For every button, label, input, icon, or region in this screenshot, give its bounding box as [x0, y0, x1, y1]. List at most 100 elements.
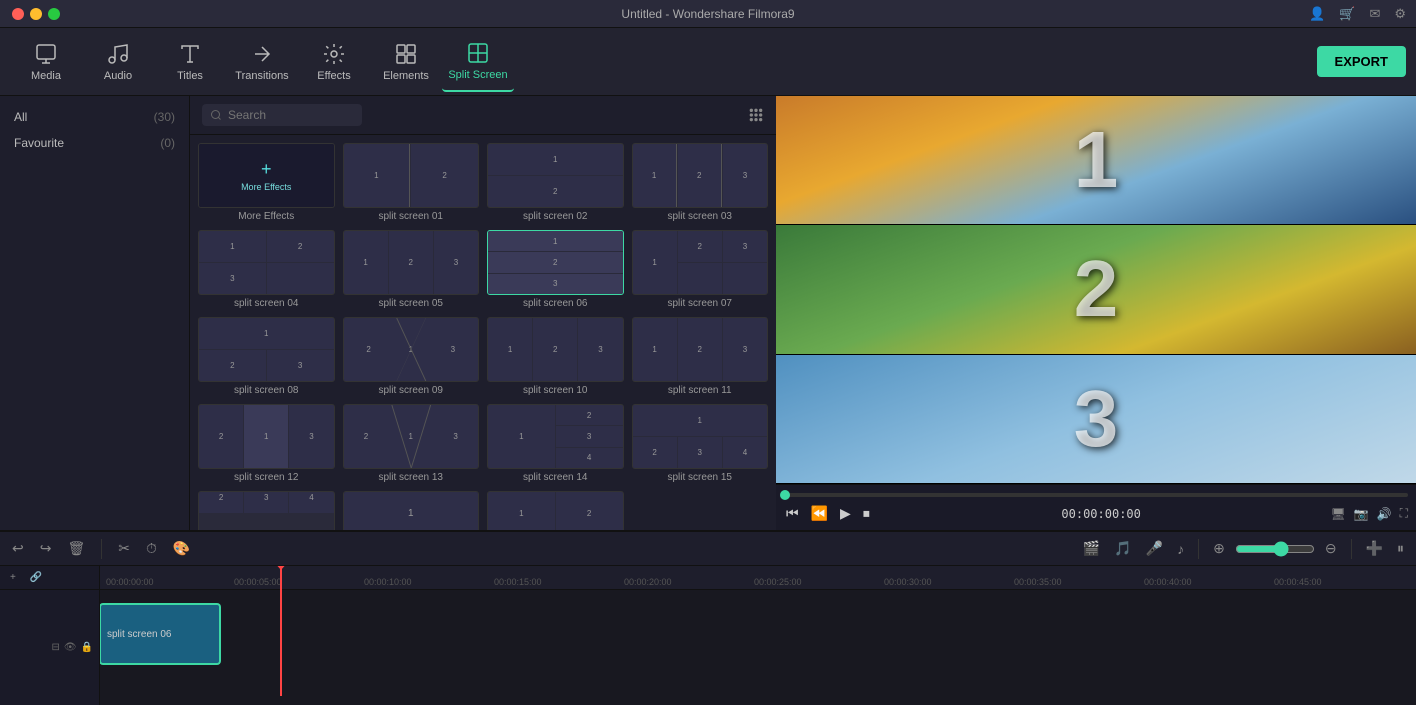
grid-item-08[interactable]: 1 2 3 split screen 08 [198, 317, 335, 396]
grid-item-03[interactable]: 1 2 3 split screen 03 [632, 143, 769, 222]
play-button[interactable]: ▶ [838, 503, 853, 524]
preview-controls: ⏮ ⏪ ▶ ⏹ 00:00:00:00 🖥 📷 🔊 ⛶ [776, 484, 1416, 530]
voiceover-button[interactable]: 🎤 [1142, 538, 1167, 559]
preview-section-2-number: 2 [1074, 243, 1119, 335]
grid-item-09[interactable]: 2 1 3 split screen 09 [343, 317, 480, 396]
toolbar: Media Audio Titles Transitions Effects E… [0, 28, 1416, 96]
search-box[interactable] [202, 104, 362, 126]
lock-button[interactable]: 🔒 [81, 642, 93, 653]
grid-item-13[interactable]: 2 1 3 split screen 13 [343, 404, 480, 483]
add-button[interactable]: ➕ [1362, 538, 1387, 559]
stop-button[interactable]: ⏹ [861, 503, 872, 524]
grid-item-10[interactable]: 1 2 3 split screen 10 [487, 317, 624, 396]
grid-item-07[interactable]: 1 2 3 split screen 07 [632, 230, 769, 309]
timeline-content: + 🔗 ⊟ 👁 🔒 00:00:00:00 00:00:05:00 00:00:… [0, 566, 1416, 705]
toolbar-separator-2 [1198, 539, 1199, 559]
zoom-in-button[interactable]: ⊕ [1209, 538, 1229, 559]
tool-audio-label: Audio [104, 70, 132, 82]
grid-item-06[interactable]: 1 2 3 split screen 06 [487, 230, 624, 309]
sidebar-item-all[interactable]: All (30) [0, 104, 189, 130]
grid-item-18[interactable]: 1 2 [487, 491, 624, 530]
split08-label: split screen 08 [234, 385, 298, 396]
delete-button[interactable]: 🗑 [63, 538, 89, 559]
pip-button[interactable]: 🖥 [1330, 507, 1345, 521]
mark-10: 00:00:10:00 [364, 577, 494, 587]
tool-transitions[interactable]: Transitions [226, 32, 298, 92]
track-controls: ⊟ 👁 🔒 [0, 590, 99, 705]
tool-titles[interactable]: Titles [154, 32, 226, 92]
grid-item-15[interactable]: 1 2 3 4 split screen 15 [632, 404, 769, 483]
step-back-button[interactable]: ⏮ [784, 503, 801, 524]
mark-0: 00:00:00:00 [104, 577, 234, 587]
sidebar-favourite-count: (0) [160, 136, 175, 150]
grid-options-icon[interactable] [748, 107, 764, 123]
collapse-track-button[interactable]: ⊟ [51, 642, 59, 653]
playback-bar[interactable] [784, 493, 1408, 497]
split02-label: split screen 02 [523, 211, 587, 222]
snapshot-button[interactable]: 📷 [1354, 507, 1369, 521]
export-button[interactable]: EXPORT [1317, 46, 1406, 77]
mark-40: 00:00:40:00 [1144, 577, 1274, 587]
minimize-button[interactable] [30, 8, 42, 20]
pause-button[interactable]: ⏸ [1393, 538, 1408, 559]
mark-25: 00:00:25:00 [754, 577, 884, 587]
split-screen-grid: 1 2 3 split screen 04 1 2 3 s [190, 222, 776, 530]
grid-item-16[interactable]: 2 3 4 [198, 491, 335, 530]
preview-section-2: 2 [776, 225, 1416, 354]
tool-effects[interactable]: Effects [298, 32, 370, 92]
maximize-button[interactable] [48, 8, 60, 20]
timeline-toolbar: ↩ ↪ 🗑 ✂ ⏱ 🎨 🎬 🎵 🎤 ♪ ⊕ ⊖ ➕ ⏸ [0, 532, 1416, 566]
grid-item-02[interactable]: 1 2 split screen 02 [487, 143, 624, 222]
split01-label: split screen 01 [379, 211, 443, 222]
fullscreen-button[interactable]: ⛶ [1400, 506, 1408, 521]
tool-split-screen-label: Split Screen [448, 69, 507, 81]
split15-label: split screen 15 [668, 472, 732, 483]
timeline-clip[interactable]: split screen 06 [100, 604, 220, 664]
mark-5: 00:00:05:00 [234, 577, 364, 587]
tool-audio[interactable]: Audio [82, 32, 154, 92]
tool-elements[interactable]: Elements [370, 32, 442, 92]
playhead-dot [780, 490, 790, 500]
zoom-out-button[interactable]: ⊖ [1321, 538, 1341, 559]
split14-label: split screen 14 [523, 472, 587, 483]
titlebar: Untitled - Wondershare Filmora9 👤🛒✉⚙ [0, 0, 1416, 28]
time-display: 00:00:00:00 [1061, 507, 1140, 521]
tool-media[interactable]: Media [10, 32, 82, 92]
grid-item-04[interactable]: 1 2 3 split screen 04 [198, 230, 335, 309]
split07-label: split screen 07 [668, 298, 732, 309]
playback-controls: ⏮ ⏪ ▶ ⏹ 00:00:00:00 🖥 📷 🔊 ⛶ [784, 501, 1408, 526]
split09-label: split screen 09 [379, 385, 443, 396]
close-button[interactable] [12, 8, 24, 20]
speed-button[interactable]: ⏱ [142, 538, 161, 559]
search-icon [210, 109, 222, 121]
tool-elements-label: Elements [383, 70, 429, 82]
add-track-button[interactable]: 🎬 [1079, 538, 1104, 559]
window-icons: 👤🛒✉⚙ [1309, 6, 1406, 22]
traffic-lights [12, 8, 60, 20]
grid-item-11[interactable]: 1 2 3 split screen 11 [632, 317, 769, 396]
split12-label: split screen 12 [234, 472, 298, 483]
grid-item-05[interactable]: 1 2 3 split screen 05 [343, 230, 480, 309]
color-button[interactable]: 🎨 [169, 538, 194, 559]
prev-frame-button[interactable]: ⏪ [809, 503, 830, 524]
zoom-slider[interactable] [1235, 541, 1315, 557]
sidebar-item-favourite[interactable]: Favourite (0) [0, 130, 189, 156]
tool-split-screen[interactable]: Split Screen [442, 32, 514, 92]
audio-track-button[interactable]: 🎵 [1110, 538, 1135, 559]
preview-section-3-number: 3 [1074, 373, 1119, 465]
grid-item-17[interactable]: 1 [343, 491, 480, 530]
redo-button[interactable]: ↪ [36, 538, 56, 559]
search-input[interactable] [228, 108, 348, 122]
grid-item-more-effects[interactable]: + More Effects More Effects [198, 143, 335, 222]
volume-button[interactable]: 🔊 [1377, 507, 1392, 521]
grid-item-14[interactable]: 1 2 3 4 split screen 14 [487, 404, 624, 483]
cut-button[interactable]: ✂ [114, 538, 134, 559]
main-content: All (30) Favourite (0) [0, 96, 1416, 530]
music-button[interactable]: ♪ [1173, 539, 1188, 559]
visibility-button[interactable]: 👁 [64, 642, 77, 653]
grid-item-01[interactable]: 1 2 split screen 01 [343, 143, 480, 222]
grid-item-12[interactable]: 2 1 3 split screen 12 [198, 404, 335, 483]
link-button[interactable]: 🔗 [26, 570, 46, 585]
add-media-button[interactable]: + [6, 570, 20, 585]
undo-button[interactable]: ↩ [8, 538, 28, 559]
